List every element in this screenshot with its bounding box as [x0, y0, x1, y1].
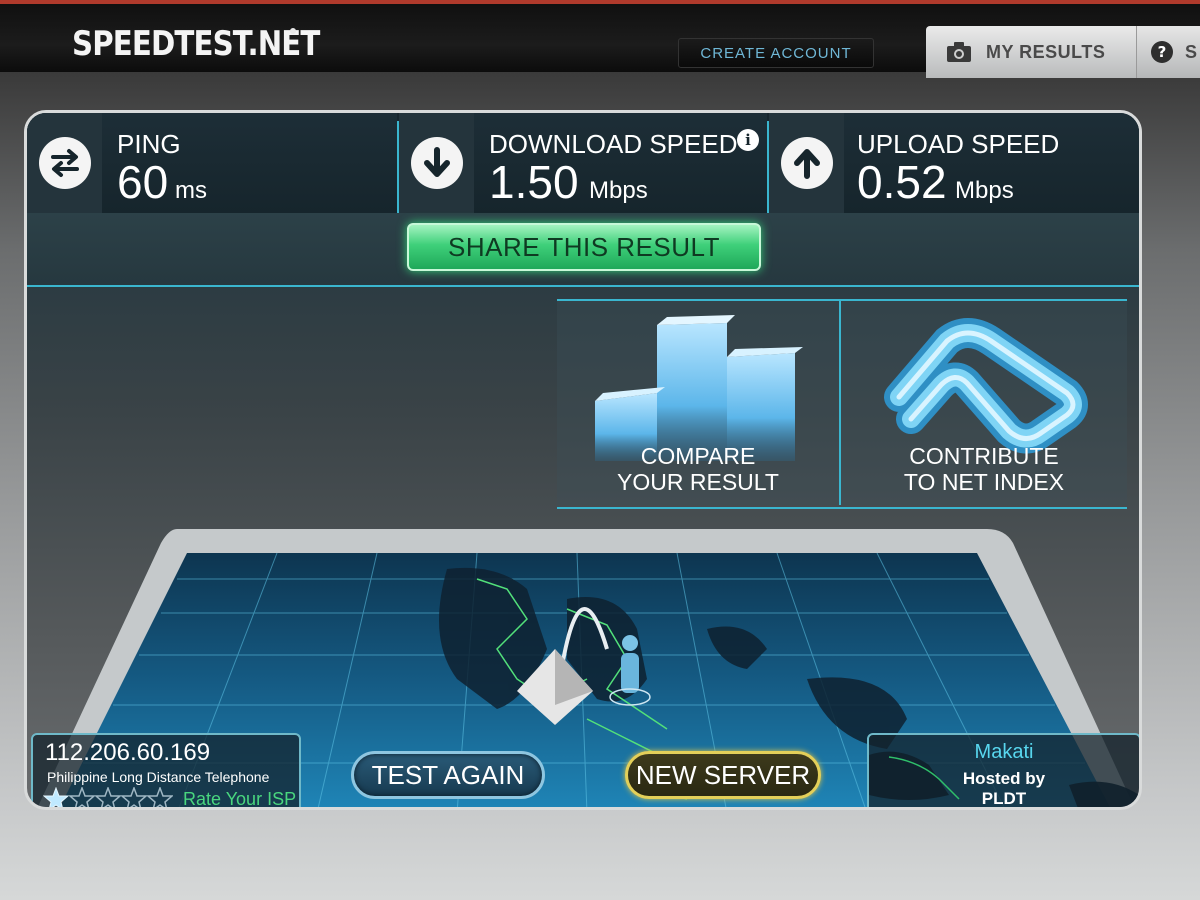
server-host: Hosted by PLDT [869, 769, 1139, 808]
star-icon[interactable] [95, 787, 121, 810]
ping-arrows-icon [38, 137, 91, 189]
create-account-button[interactable]: CREATE ACCOUNT [678, 38, 874, 68]
download-icon-box [399, 113, 474, 213]
ping-icon-box [27, 113, 102, 213]
compare-result-tile[interactable]: COMPARE YOUR RESULT [557, 301, 839, 505]
camera-icon [947, 42, 971, 62]
logo-registered-mark [290, 28, 296, 34]
upload-value: 0.52 [857, 156, 947, 208]
server-city: Makati [974, 741, 1034, 763]
help-tab[interactable]: ? S [1136, 26, 1200, 78]
hosted-by-name: PLDT [981, 789, 1027, 808]
ping-metric: PING 60 ms [27, 113, 397, 213]
download-metric: DOWNLOAD SPEED i 1.50 Mbps [399, 113, 767, 213]
star-icon[interactable] [69, 787, 95, 810]
rate-isp-link[interactable]: Rate Your ISP [183, 789, 296, 807]
isp-rating-stars[interactable] [43, 787, 173, 810]
results-panel: PING 60 ms DOWNLOAD SPEED i 1.50 Mbps UP… [24, 110, 1142, 810]
download-unit: Mbps [589, 177, 648, 204]
info-icon[interactable]: i [737, 129, 759, 151]
download-arrow-icon [410, 137, 463, 189]
share-result-button[interactable]: SHARE THIS RESULT [407, 223, 761, 271]
contribute-net-index-tile[interactable]: CONTRIBUTE TO NET INDEX [841, 301, 1127, 505]
new-server-button[interactable]: NEW SERVER [625, 751, 821, 799]
test-again-button[interactable]: TEST AGAIN [351, 751, 545, 799]
site-header: SPEEDTEST.NET CREATE ACCOUNT MY RESULTS … [0, 4, 1200, 78]
help-icon: ? [1151, 41, 1173, 63]
my-results-tab[interactable]: MY RESULTS [926, 26, 1136, 78]
help-tab-label: S [1185, 41, 1198, 62]
action-tiles: COMPARE YOUR RESULT CONTRIBUTE TO NET IN… [557, 299, 1127, 509]
server-info-box: Makati Hosted by PLDT [867, 733, 1139, 808]
upload-icon-box [769, 113, 844, 213]
star-icon[interactable] [121, 787, 147, 810]
client-info-box: 112.206.60.169 Philippine Long Distance … [31, 733, 301, 810]
compare-result-label: COMPARE YOUR RESULT [557, 443, 839, 495]
star-icon[interactable] [147, 787, 173, 810]
star-icon[interactable] [43, 787, 69, 810]
download-value: 1.50 [489, 156, 579, 208]
contribute-label: CONTRIBUTE TO NET INDEX [841, 443, 1127, 495]
share-band: SHARE THIS RESULT [27, 213, 1139, 287]
client-isp: Philippine Long Distance Telephone [47, 769, 270, 785]
client-ip: 112.206.60.169 [45, 739, 211, 766]
ping-unit: ms [175, 177, 207, 204]
metrics-bar: PING 60 ms DOWNLOAD SPEED i 1.50 Mbps UP… [27, 113, 1139, 215]
speedtest-logo[interactable]: SPEEDTEST.NET [72, 24, 320, 64]
hosted-by-label: Hosted by [962, 769, 1046, 788]
ping-value: 60 [117, 156, 169, 208]
my-results-label: MY RESULTS [986, 41, 1106, 62]
compare-line-1: COMPARE [640, 443, 756, 469]
upload-metric: UPLOAD SPEED 0.52 Mbps [769, 113, 1139, 213]
compare-line-2: YOUR RESULT [617, 469, 779, 495]
upload-unit: Mbps [955, 177, 1014, 204]
upload-arrow-icon [780, 137, 833, 189]
bar-chart-icon [595, 315, 803, 461]
contribute-line-1: CONTRIBUTE [909, 443, 1059, 469]
net-index-ribbon-icon [884, 318, 1088, 454]
contribute-line-2: TO NET INDEX [903, 469, 1065, 495]
